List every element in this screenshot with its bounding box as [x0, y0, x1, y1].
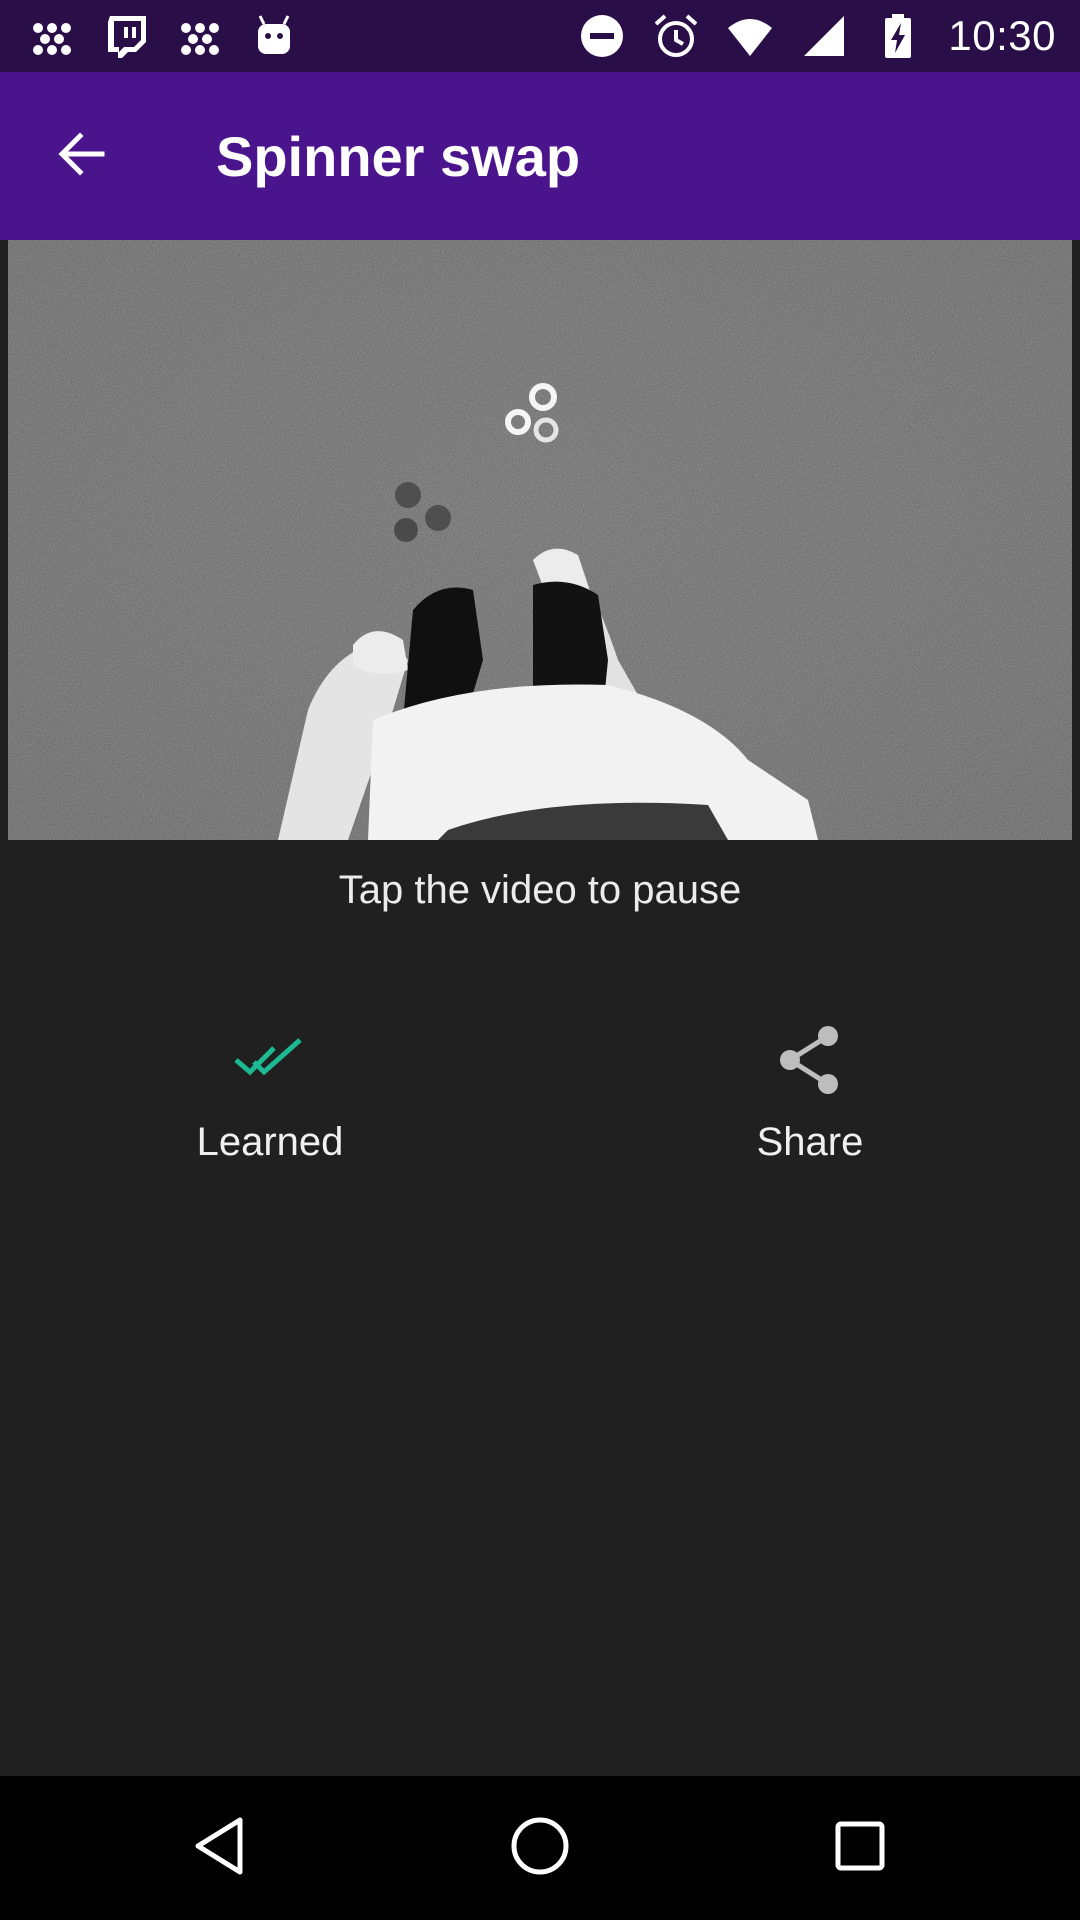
- status-right-icons: 10:30: [578, 12, 1056, 60]
- do-not-disturb-icon: [578, 12, 626, 60]
- dots-app-icon: [28, 12, 76, 60]
- nav-back-icon: [188, 1814, 252, 1883]
- video-hint: Tap the video to pause: [338, 868, 742, 912]
- alarm-icon: [652, 12, 700, 60]
- nav-recents-icon: [828, 1814, 892, 1883]
- battery-charging-icon: [874, 12, 922, 60]
- learned-label: Learned: [196, 1120, 344, 1164]
- nav-home-button[interactable]: [480, 1788, 600, 1908]
- nav-back-button[interactable]: [160, 1788, 280, 1908]
- video-player[interactable]: [8, 240, 1072, 840]
- learned-button[interactable]: Learned: [90, 1010, 450, 1190]
- twitch-icon: [102, 12, 150, 60]
- signal-icon: [800, 12, 848, 60]
- dots-app-icon: [176, 12, 224, 60]
- share-label: Share: [756, 1120, 864, 1164]
- video-frame: [8, 240, 1072, 840]
- status-bar: 10:30: [0, 0, 1080, 72]
- page-title: Spinner swap: [216, 124, 581, 188]
- app-bar: Spinner swap: [0, 72, 1080, 240]
- wifi-icon: [726, 12, 774, 60]
- share-icon: [770, 1020, 850, 1100]
- double-check-icon: [230, 1020, 310, 1100]
- arrow-back-icon: [54, 126, 110, 187]
- nav-recents-button[interactable]: [800, 1788, 920, 1908]
- status-left-icons: [28, 12, 298, 60]
- share-button[interactable]: Share: [630, 1010, 990, 1190]
- android-icon: [250, 12, 298, 60]
- nav-home-icon: [508, 1814, 572, 1883]
- status-time: 10:30: [948, 12, 1056, 59]
- back-button[interactable]: [34, 108, 130, 204]
- navigation-bar: [0, 1776, 1080, 1920]
